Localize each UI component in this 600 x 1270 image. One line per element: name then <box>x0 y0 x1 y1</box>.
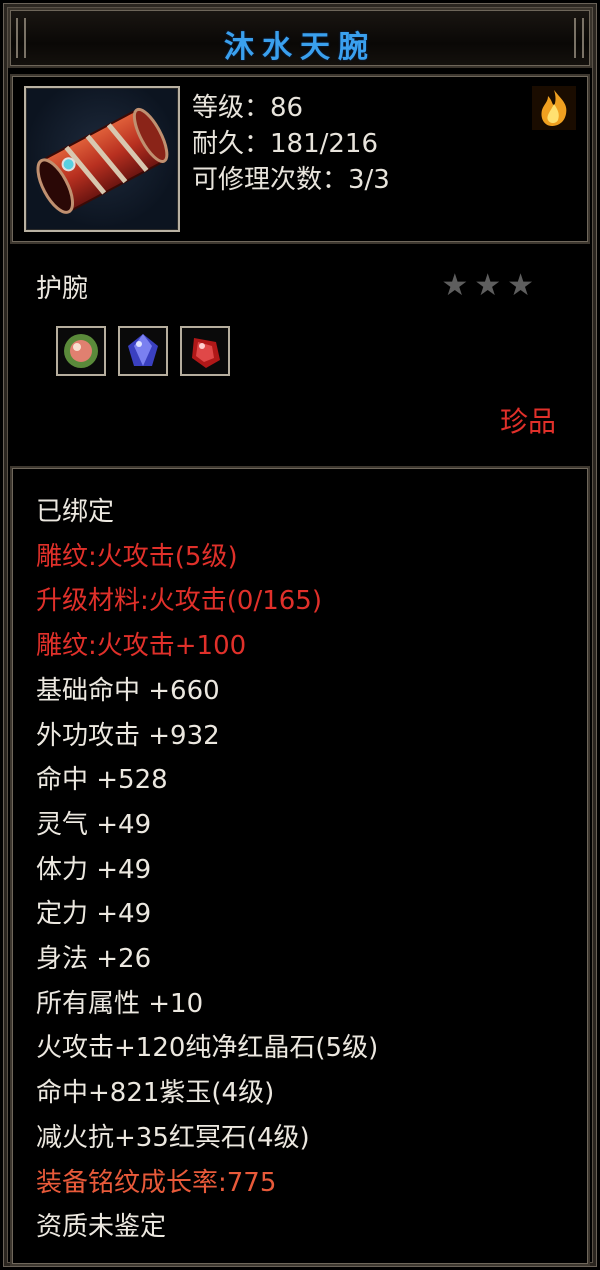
property-line: 雕纹:火攻击+100 <box>36 631 247 662</box>
title-bar: 沐水天腕 <box>8 8 592 68</box>
rarity-label: 珍品 <box>499 405 556 438</box>
gem-slots <box>56 326 230 376</box>
item-summary: 护腕 ★★★ 珍品 <box>10 250 590 460</box>
property-line: 已绑定 <box>36 497 115 527</box>
property-line: 定力 +49 <box>36 899 152 930</box>
bracer-icon <box>24 86 180 232</box>
properties-list: 已绑定雕纹:火攻击(5级) 升级材料:火攻击(0/165) 雕纹:火攻击+100 基础… <box>36 490 378 1250</box>
property-line: 灵气 +49 <box>36 809 152 840</box>
star-rating: ★★★ <box>441 268 540 303</box>
item-stats: 等级：86 耐久：181/216 可修理次数：3/3 <box>192 90 390 198</box>
property-line: 外功攻击 +932 <box>36 720 220 751</box>
title-corner-right <box>574 18 584 58</box>
property-line: 体力 +49 <box>36 854 152 885</box>
level-line: 等级：86 <box>192 93 304 123</box>
property-line: 装备铭纹成长率:775 <box>36 1167 277 1198</box>
property-line: 命中 +528 <box>36 765 168 796</box>
property-line: 所有属性 +10 <box>36 988 204 1019</box>
gem-green-icon[interactable] <box>56 326 106 376</box>
durability-line: 耐久：181/216 <box>192 129 379 159</box>
property-line: 命中+821紫玉(4级) <box>36 1078 275 1109</box>
item-header-box: 等级：86 耐久：181/216 可修理次数：3/3 <box>10 74 590 244</box>
gem-red-icon[interactable] <box>180 326 230 376</box>
slot-type: 护腕 <box>36 274 89 304</box>
properties-box: 已绑定雕纹:火攻击(5级) 升级材料:火攻击(0/165) 雕纹:火攻击+100 基础… <box>10 466 590 1266</box>
flame-icon <box>532 86 576 130</box>
repair-count-line: 可修理次数：3/3 <box>192 165 390 195</box>
item-title: 沐水天腕 <box>224 30 376 65</box>
property-line: 火攻击+120纯净红晶石(5级) <box>36 1033 379 1064</box>
property-line: 升级材料:火攻击(0/165) <box>36 586 322 617</box>
gem-blue-icon[interactable] <box>118 326 168 376</box>
property-line: 身法 +26 <box>36 944 152 975</box>
property-line: 基础命中 +660 <box>36 675 220 706</box>
property-line: 资质未鉴定 <box>36 1212 167 1243</box>
property-line: 减火抗+35红冥石(4级) <box>36 1122 310 1153</box>
property-line: 雕纹:火攻击(5级) <box>36 541 238 572</box>
